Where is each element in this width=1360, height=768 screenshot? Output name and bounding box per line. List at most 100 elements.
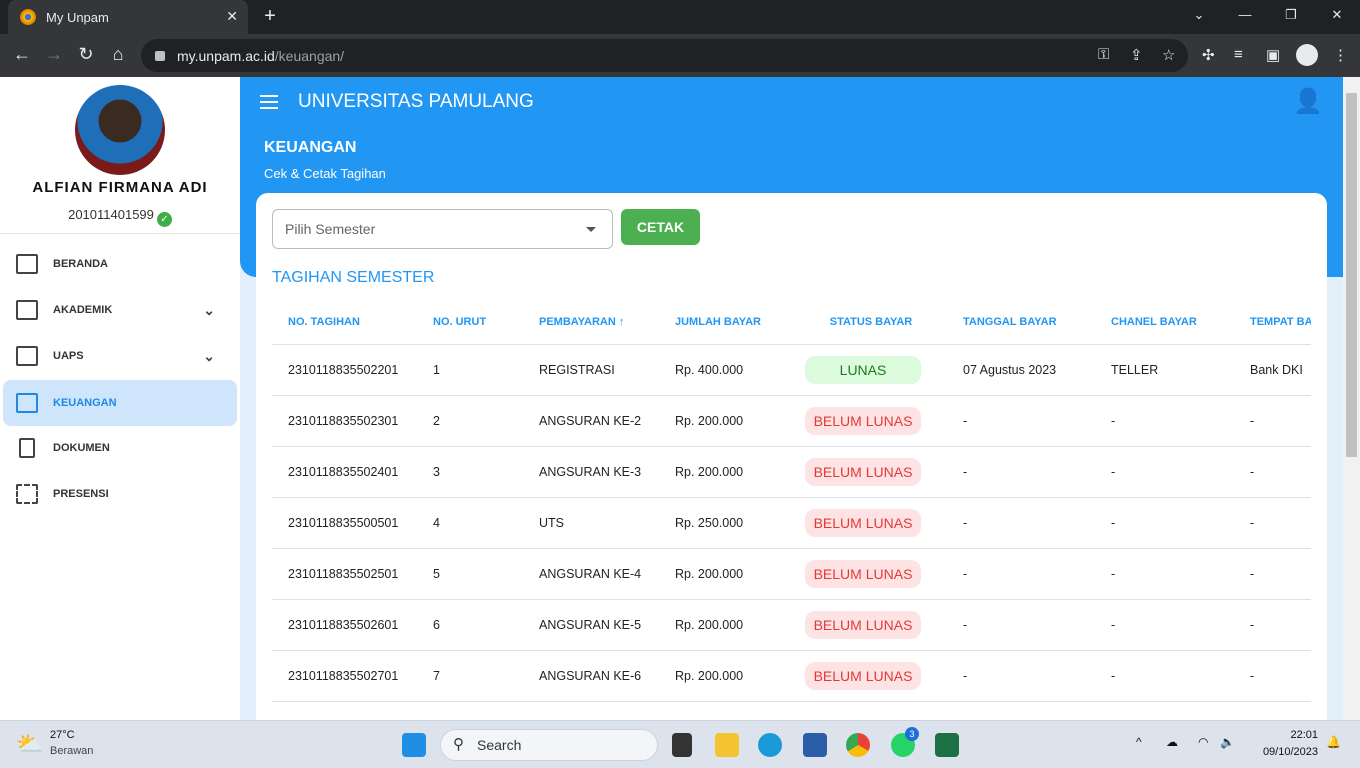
table-cell: - <box>1234 395 1311 447</box>
table-cell: Rp. 200.000 <box>659 599 779 651</box>
column-header[interactable]: NO. URUT <box>417 301 523 345</box>
table-cell: BELUM LUNAS <box>779 548 947 600</box>
print-button[interactable]: CETAK <box>621 209 700 245</box>
avatar <box>75 85 165 175</box>
table-cell: 2 <box>417 395 523 447</box>
close-tab-icon[interactable]: ✕ <box>226 8 238 25</box>
table-cell: - <box>1095 650 1234 702</box>
menu-icon[interactable]: ⋮ <box>1333 46 1348 64</box>
table-cell: 2310118835502201 <box>272 344 417 396</box>
table-cell: TELLER <box>1095 344 1234 396</box>
reload-icon[interactable]: ↻ <box>74 44 98 65</box>
billing-table: NO. TAGIHAN NO. URUT PEMBAYARAN ↑ JUMLAH BA… <box>272 301 1311 702</box>
taskbar-search[interactable]: ⚲ Search <box>440 729 658 761</box>
status-badge: BELUM LUNAS <box>805 406 921 435</box>
table-cell: - <box>947 395 1095 447</box>
forward-icon[interactable]: → <box>42 44 66 65</box>
table-cell: - <box>947 446 1095 498</box>
back-icon[interactable]: ← <box>10 44 34 65</box>
bank-icon <box>16 393 38 413</box>
column-header[interactable]: NO. TAGIHAN <box>272 301 417 345</box>
menu-label: DOKUMEN <box>53 442 110 454</box>
column-header[interactable]: TEMPAT BAYAR <box>1234 301 1311 345</box>
column-header[interactable]: JUMLAH BAYAR <box>659 301 779 345</box>
browser-tab[interactable]: My Unpam ✕ <box>8 0 248 34</box>
profile-avatar[interactable] <box>1296 44 1318 66</box>
volume-icon[interactable]: 🔈 <box>1220 735 1235 749</box>
table-cell: REGISTRASI <box>523 344 659 396</box>
table-cell: 4 <box>417 497 523 549</box>
sidebar-item-uaps[interactable]: UAPS ⌄ <box>3 333 237 379</box>
table-cell: - <box>947 599 1095 651</box>
table-cell: - <box>947 497 1095 549</box>
status-badge: BELUM LUNAS <box>805 508 921 537</box>
table-cell: Rp. 400.000 <box>659 344 779 396</box>
table-row: 2310118835502401 3 ANGSURAN KE-3 Rp. 200.00… <box>272 446 1311 498</box>
search-label: Search <box>477 737 522 753</box>
star-icon[interactable]: ☆ <box>1162 46 1175 64</box>
taskbar: ⛅ 27°C Berawan ⚲ Search 3 ^ ☁ ◠ 🔈 22:01 0… <box>0 720 1360 768</box>
share-icon[interactable]: ⇪ <box>1130 46 1143 64</box>
extensions-icon[interactable]: ✣ <box>1202 46 1215 64</box>
file-explorer-icon[interactable] <box>715 733 739 757</box>
status-badge: BELUM LUNAS <box>805 559 921 588</box>
book-open-icon <box>16 346 38 366</box>
weather-text: Berawan <box>50 745 94 757</box>
table-row: 2310118835502201 1 REGISTRASI Rp. 400.000 LU… <box>272 344 1311 396</box>
tab-strip: My Unpam ✕ + ⌄ — ❐ ✕ <box>0 0 1360 34</box>
dashboard-icon <box>16 254 38 274</box>
whatsapp-icon[interactable]: 3 <box>891 727 919 757</box>
chevron-up-icon[interactable]: ^ <box>1136 735 1142 749</box>
chrome-icon[interactable] <box>846 733 870 757</box>
wifi-icon[interactable]: ◠ <box>1198 735 1208 749</box>
table-cell: 3 <box>417 446 523 498</box>
user-settings-icon[interactable]: 👤 <box>1293 87 1323 116</box>
sidebar-item-beranda[interactable]: BERANDA <box>3 241 237 287</box>
table-cell: - <box>1234 446 1311 498</box>
minimize-button[interactable]: — <box>1222 0 1268 32</box>
table-cell: 2310118835502301 <box>272 395 417 447</box>
sidebar-item-akademik[interactable]: AKADEMIK ⌄ <box>3 287 237 333</box>
table-cell: 1 <box>417 344 523 396</box>
edge-icon[interactable] <box>758 733 782 757</box>
store-icon[interactable] <box>803 733 827 757</box>
home-icon[interactable]: ⌂ <box>106 44 130 65</box>
task-view-icon[interactable] <box>672 733 692 757</box>
sidebar-item-keuangan[interactable]: KEUANGAN <box>3 380 237 426</box>
table-cell: - <box>1095 395 1234 447</box>
table-cell: ANGSURAN KE-4 <box>523 548 659 600</box>
column-header[interactable]: PEMBAYARAN ↑ <box>523 301 659 345</box>
media-icon[interactable]: ≡ <box>1234 46 1243 63</box>
hamburger-menu-icon[interactable] <box>260 95 278 109</box>
clock-date[interactable]: 09/10/2023 <box>1254 746 1318 758</box>
table-cell: BELUM LUNAS <box>779 497 947 549</box>
column-header[interactable]: CHANEL BAYAR <box>1095 301 1234 345</box>
key-icon[interactable]: ⚿ <box>1098 46 1109 63</box>
semester-select[interactable]: Pilih Semester <box>272 209 613 249</box>
scrollbar-thumb[interactable] <box>1346 93 1357 457</box>
column-header[interactable]: STATUS BAYAR <box>779 301 947 345</box>
table-cell: 2310118835502701 <box>272 650 417 702</box>
windows-start-icon[interactable] <box>402 733 426 757</box>
url-host: my.unpam.ac.id <box>177 47 275 64</box>
brand-title: UNIVERSITAS PAMULANG <box>298 91 534 112</box>
close-window-button[interactable]: ✕ <box>1314 0 1360 32</box>
scrollbar[interactable] <box>1343 77 1360 720</box>
tab-search-icon[interactable]: ⌄ <box>1176 0 1222 32</box>
unpam-favicon-icon <box>20 9 36 25</box>
lock-icon <box>155 50 165 61</box>
table-cell: BELUM LUNAS <box>779 599 947 651</box>
notification-bell-icon[interactable]: 🔔 <box>1326 735 1341 749</box>
onedrive-icon[interactable]: ☁ <box>1166 735 1178 749</box>
excel-icon[interactable] <box>935 733 959 757</box>
column-header[interactable]: TANGGAL BAYAR <box>947 301 1095 345</box>
menu-label: AKADEMIK <box>53 304 113 316</box>
sidebar-item-presensi[interactable]: PRESENSI <box>3 471 237 517</box>
table-cell: - <box>1095 497 1234 549</box>
new-tab-button[interactable]: + <box>258 5 282 29</box>
sidebar-item-dokumen[interactable]: DOKUMEN <box>3 425 237 471</box>
clock-time[interactable]: 22:01 <box>1288 729 1318 741</box>
side-panel-icon[interactable]: ▣ <box>1266 46 1280 64</box>
address-bar[interactable]: my.unpam.ac.id/keuangan/ <box>141 39 1188 72</box>
restore-button[interactable]: ❐ <box>1268 0 1314 32</box>
